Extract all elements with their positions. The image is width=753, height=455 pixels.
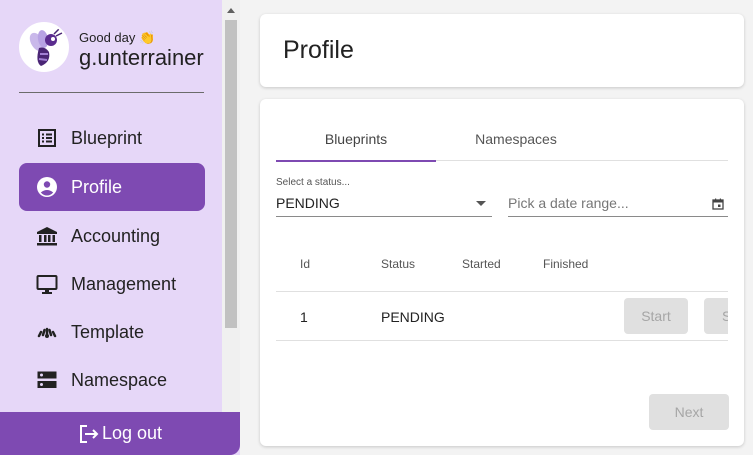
- sidebar-scrollbar[interactable]: [222, 0, 240, 412]
- bank-icon: [36, 225, 58, 247]
- cell-id: 1: [300, 309, 308, 325]
- sidebar-item-label: Profile: [71, 176, 123, 197]
- sidebar: Good day 👏 g.unterrainer Blueprint Profi…: [0, 0, 240, 455]
- sidebar-item-label: Template: [71, 321, 145, 342]
- sidebar-item-blueprint[interactable]: Blueprint: [19, 114, 205, 162]
- sidebar-item-accounting[interactable]: Accounting: [19, 212, 205, 260]
- tab-label: Blueprints: [324, 131, 388, 147]
- status-select-value: PENDING: [276, 195, 340, 211]
- content-card: Blueprints Namespaces Select a status...…: [260, 99, 744, 446]
- sidebar-item-namespace[interactable]: Namespace: [19, 356, 205, 404]
- greeting-text: Good day 👏: [79, 30, 156, 45]
- column-header-started[interactable]: Started: [462, 257, 501, 271]
- table-header: Id Status Started Finished: [276, 237, 728, 292]
- status-select[interactable]: Select a status... PENDING: [276, 177, 492, 217]
- sidebar-item-template[interactable]: Template: [19, 308, 205, 356]
- app-root: Good day 👏 g.unterrainer Blueprint Profi…: [0, 0, 753, 455]
- scroll-up-arrow-icon[interactable]: [227, 8, 235, 13]
- dashboard-gauge-icon: [36, 321, 58, 343]
- list-alt-icon: [36, 127, 58, 149]
- sidebar-item-label: Namespace: [71, 369, 168, 390]
- tab-label: Namespaces: [475, 131, 557, 147]
- avatar: [19, 22, 69, 72]
- sidebar-divider: [19, 92, 204, 93]
- monitor-icon: [36, 273, 58, 295]
- sidebar-item-label: Management: [71, 273, 177, 294]
- status-select-label: Select a status...: [276, 177, 350, 188]
- sidebar-item-label: Blueprint: [71, 127, 143, 148]
- date-range-input[interactable]: Pick a date range...: [508, 177, 728, 217]
- logout-button[interactable]: Log out: [0, 412, 240, 455]
- account-circle-icon: [36, 176, 58, 198]
- page-title: Profile: [283, 36, 354, 64]
- column-header-finished[interactable]: Finished: [543, 257, 588, 271]
- table-row: 1 PENDING Start S: [276, 292, 728, 341]
- logout-label: Log out: [101, 423, 163, 443]
- start-button[interactable]: Start: [624, 298, 688, 334]
- column-header-status[interactable]: Status: [381, 257, 415, 271]
- date-range-placeholder: Pick a date range...: [508, 195, 629, 211]
- next-page-button[interactable]: Next: [649, 394, 729, 430]
- tab-blueprints[interactable]: Blueprints: [276, 117, 436, 162]
- column-header-id[interactable]: Id: [300, 257, 310, 271]
- sidebar-item-profile[interactable]: Profile: [19, 163, 205, 211]
- tab-bar: Blueprints Namespaces: [276, 117, 728, 162]
- stop-button[interactable]: S: [704, 298, 728, 334]
- dns-icon: [36, 369, 58, 391]
- sidebar-content: Good day 👏 g.unterrainer Blueprint Profi…: [0, 0, 222, 412]
- username: g.unterrainer: [79, 45, 204, 70]
- tab-indicator: [276, 160, 436, 162]
- page-header-card: Profile: [260, 14, 744, 87]
- logout-icon: [79, 424, 99, 443]
- wasp-logo-icon: [29, 28, 63, 66]
- tab-namespaces[interactable]: Namespaces: [436, 117, 596, 161]
- cell-status: PENDING: [381, 309, 445, 325]
- calendar-icon[interactable]: [712, 197, 724, 215]
- sidebar-item-management[interactable]: Management: [19, 260, 205, 308]
- sidebar-item-label: Accounting: [71, 225, 161, 246]
- dropdown-arrow-icon: [476, 201, 486, 206]
- scroll-thumb[interactable]: [225, 20, 237, 328]
